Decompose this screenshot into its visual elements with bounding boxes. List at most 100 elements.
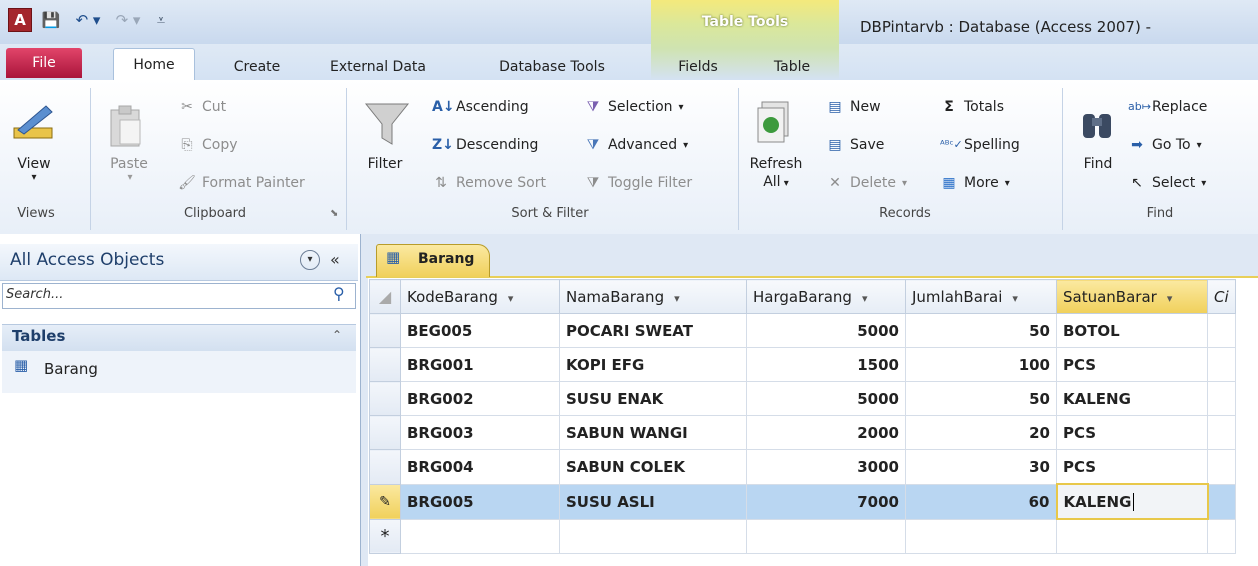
copy-button[interactable]: ⎘ Copy bbox=[178, 136, 237, 154]
cell[interactable]: 50 bbox=[905, 313, 1057, 348]
table-row[interactable]: BRG001 KOPI EFG 1500 100 PCS bbox=[369, 347, 1236, 382]
cell[interactable]: 60 bbox=[905, 483, 1057, 520]
toggle-filter-button[interactable]: ⧩ Toggle Filter bbox=[584, 174, 692, 192]
cell[interactable]: 50 bbox=[905, 381, 1057, 416]
tab-file[interactable]: File bbox=[6, 48, 82, 78]
clipboard-launcher-icon[interactable]: ⬊ bbox=[330, 208, 338, 219]
cell[interactable] bbox=[1207, 347, 1236, 382]
tab-create[interactable]: Create bbox=[222, 54, 292, 80]
refresh-label[interactable]: Refresh bbox=[746, 156, 806, 172]
spelling-button[interactable]: ᴬᴮᶜ✓ Spelling bbox=[940, 136, 1020, 154]
column-header[interactable]: NamaBarang ▾ bbox=[559, 279, 747, 314]
cell[interactable] bbox=[905, 518, 1057, 554]
column-header-selected[interactable]: SatuanBarar ▾ bbox=[1056, 279, 1208, 314]
cell[interactable]: KALENG bbox=[1056, 381, 1208, 416]
redo-icon[interactable]: ↷ ▾ bbox=[110, 8, 146, 32]
cell[interactable]: BRG002 bbox=[400, 381, 560, 416]
cell[interactable]: 5000 bbox=[746, 381, 906, 416]
tab-table[interactable]: Table bbox=[760, 54, 824, 80]
cell[interactable]: SUSU ASLI bbox=[559, 483, 747, 520]
cell[interactable]: PCS bbox=[1056, 415, 1208, 450]
cell[interactable] bbox=[1056, 518, 1208, 554]
cell[interactable] bbox=[1207, 415, 1236, 450]
paste-button[interactable] bbox=[108, 104, 148, 150]
cell[interactable]: PCS bbox=[1056, 449, 1208, 485]
cell[interactable]: 100 bbox=[905, 347, 1057, 382]
table-row[interactable]: BRG004 SABUN COLEK 3000 30 PCS bbox=[369, 449, 1236, 485]
save-icon[interactable]: 💾 bbox=[40, 8, 62, 32]
refresh-button[interactable] bbox=[756, 100, 796, 146]
new-record-row[interactable]: * bbox=[369, 518, 1236, 554]
cell[interactable] bbox=[559, 518, 747, 554]
paste-label[interactable]: Paste bbox=[104, 156, 154, 172]
tab-home[interactable]: Home bbox=[113, 48, 195, 81]
table-row-editing[interactable]: ✎ BRG005 SUSU ASLI 7000 60 KALENG bbox=[369, 483, 1236, 520]
column-header-partial[interactable]: Ci bbox=[1207, 279, 1236, 314]
select-all-corner[interactable]: ◢ bbox=[369, 279, 401, 314]
column-header[interactable]: KodeBarang ▾ bbox=[400, 279, 560, 314]
delete-button[interactable]: ✕ Delete ▾ bbox=[826, 174, 907, 192]
column-header[interactable]: JumlahBarai ▾ bbox=[905, 279, 1057, 314]
cell[interactable]: 2000 bbox=[746, 415, 906, 450]
goto-button[interactable]: ➡ Go To ▾ bbox=[1128, 136, 1202, 154]
cell[interactable]: BRG001 bbox=[400, 347, 560, 382]
nav-menu-chevron-icon[interactable]: ▾ bbox=[300, 250, 320, 270]
select-button[interactable]: ↖ Select ▾ bbox=[1128, 174, 1206, 192]
find-label[interactable]: Find bbox=[1076, 156, 1120, 172]
totals-button[interactable]: Σ Totals bbox=[940, 98, 1004, 116]
undo-icon[interactable]: ↶ ▾ bbox=[70, 8, 106, 32]
cell[interactable]: 20 bbox=[905, 415, 1057, 450]
tab-fields[interactable]: Fields bbox=[666, 54, 730, 80]
paste-dropdown-icon[interactable]: ▾ bbox=[120, 172, 140, 183]
collapse-pane-icon[interactable]: « bbox=[330, 250, 340, 269]
cell[interactable] bbox=[1207, 518, 1236, 554]
row-selector[interactable] bbox=[369, 347, 401, 382]
search-icon[interactable]: ⚲ bbox=[333, 284, 345, 303]
view-button[interactable] bbox=[12, 100, 60, 144]
view-label[interactable]: View bbox=[14, 156, 54, 172]
row-selector[interactable] bbox=[369, 449, 401, 485]
cell[interactable]: 3000 bbox=[746, 449, 906, 485]
cell[interactable]: 7000 bbox=[746, 483, 906, 520]
cell[interactable]: 30 bbox=[905, 449, 1057, 485]
selection-button[interactable]: ⧩ Selection ▾ bbox=[584, 98, 684, 116]
cell[interactable]: POCARI SWEAT bbox=[559, 313, 747, 348]
save-record-button[interactable]: ▤ Save bbox=[826, 136, 884, 154]
cell[interactable]: SUSU ENAK bbox=[559, 381, 747, 416]
cell[interactable] bbox=[1207, 381, 1236, 416]
advanced-button[interactable]: ⧩ Advanced ▾ bbox=[584, 136, 688, 154]
qat-customize-icon[interactable]: ⩡ bbox=[152, 8, 170, 32]
cell[interactable]: BRG003 bbox=[400, 415, 560, 450]
row-selector[interactable] bbox=[369, 313, 401, 348]
cut-button[interactable]: ✂ Cut bbox=[178, 98, 226, 116]
row-selector[interactable] bbox=[369, 381, 401, 416]
cell[interactable] bbox=[1207, 313, 1236, 348]
filter-button[interactable] bbox=[364, 100, 410, 150]
cell[interactable] bbox=[1207, 483, 1236, 520]
section-collapse-icon[interactable]: ⌃ bbox=[332, 328, 342, 342]
active-cell[interactable]: KALENG bbox=[1055, 483, 1209, 520]
table-row[interactable]: BRG002 SUSU ENAK 5000 50 KALENG bbox=[369, 381, 1236, 416]
refresh-all-label[interactable]: All ▾ bbox=[746, 174, 806, 190]
cell[interactable]: 1500 bbox=[746, 347, 906, 382]
format-painter-button[interactable]: 🖌 Format Painter bbox=[178, 174, 305, 192]
remove-sort-button[interactable]: ⇅ Remove Sort bbox=[432, 174, 546, 192]
tab-external-data[interactable]: External Data bbox=[322, 54, 434, 80]
table-row[interactable]: BRG003 SABUN WANGI 2000 20 PCS bbox=[369, 415, 1236, 450]
cell[interactable]: BRG004 bbox=[400, 449, 560, 485]
nav-section-label[interactable]: Tables bbox=[12, 327, 65, 345]
pencil-edit-icon[interactable]: ✎ bbox=[369, 483, 401, 520]
ascending-button[interactable]: A↓ Ascending bbox=[432, 98, 529, 116]
cell[interactable]: SABUN COLEK bbox=[559, 449, 747, 485]
column-header[interactable]: HargaBarang ▾ bbox=[746, 279, 906, 314]
row-selector[interactable] bbox=[369, 415, 401, 450]
cell[interactable]: KOPI EFG bbox=[559, 347, 747, 382]
descending-button[interactable]: Z↓ Descending bbox=[432, 136, 538, 154]
cell[interactable]: BOTOL bbox=[1056, 313, 1208, 348]
filter-label[interactable]: Filter bbox=[360, 156, 410, 172]
view-dropdown-icon[interactable]: ▾ bbox=[24, 172, 44, 183]
find-button[interactable] bbox=[1080, 104, 1116, 144]
replace-button[interactable]: ab↦ Replace bbox=[1128, 98, 1207, 116]
cell[interactable]: BEG005 bbox=[400, 313, 560, 348]
access-logo-icon[interactable]: A bbox=[8, 8, 32, 32]
